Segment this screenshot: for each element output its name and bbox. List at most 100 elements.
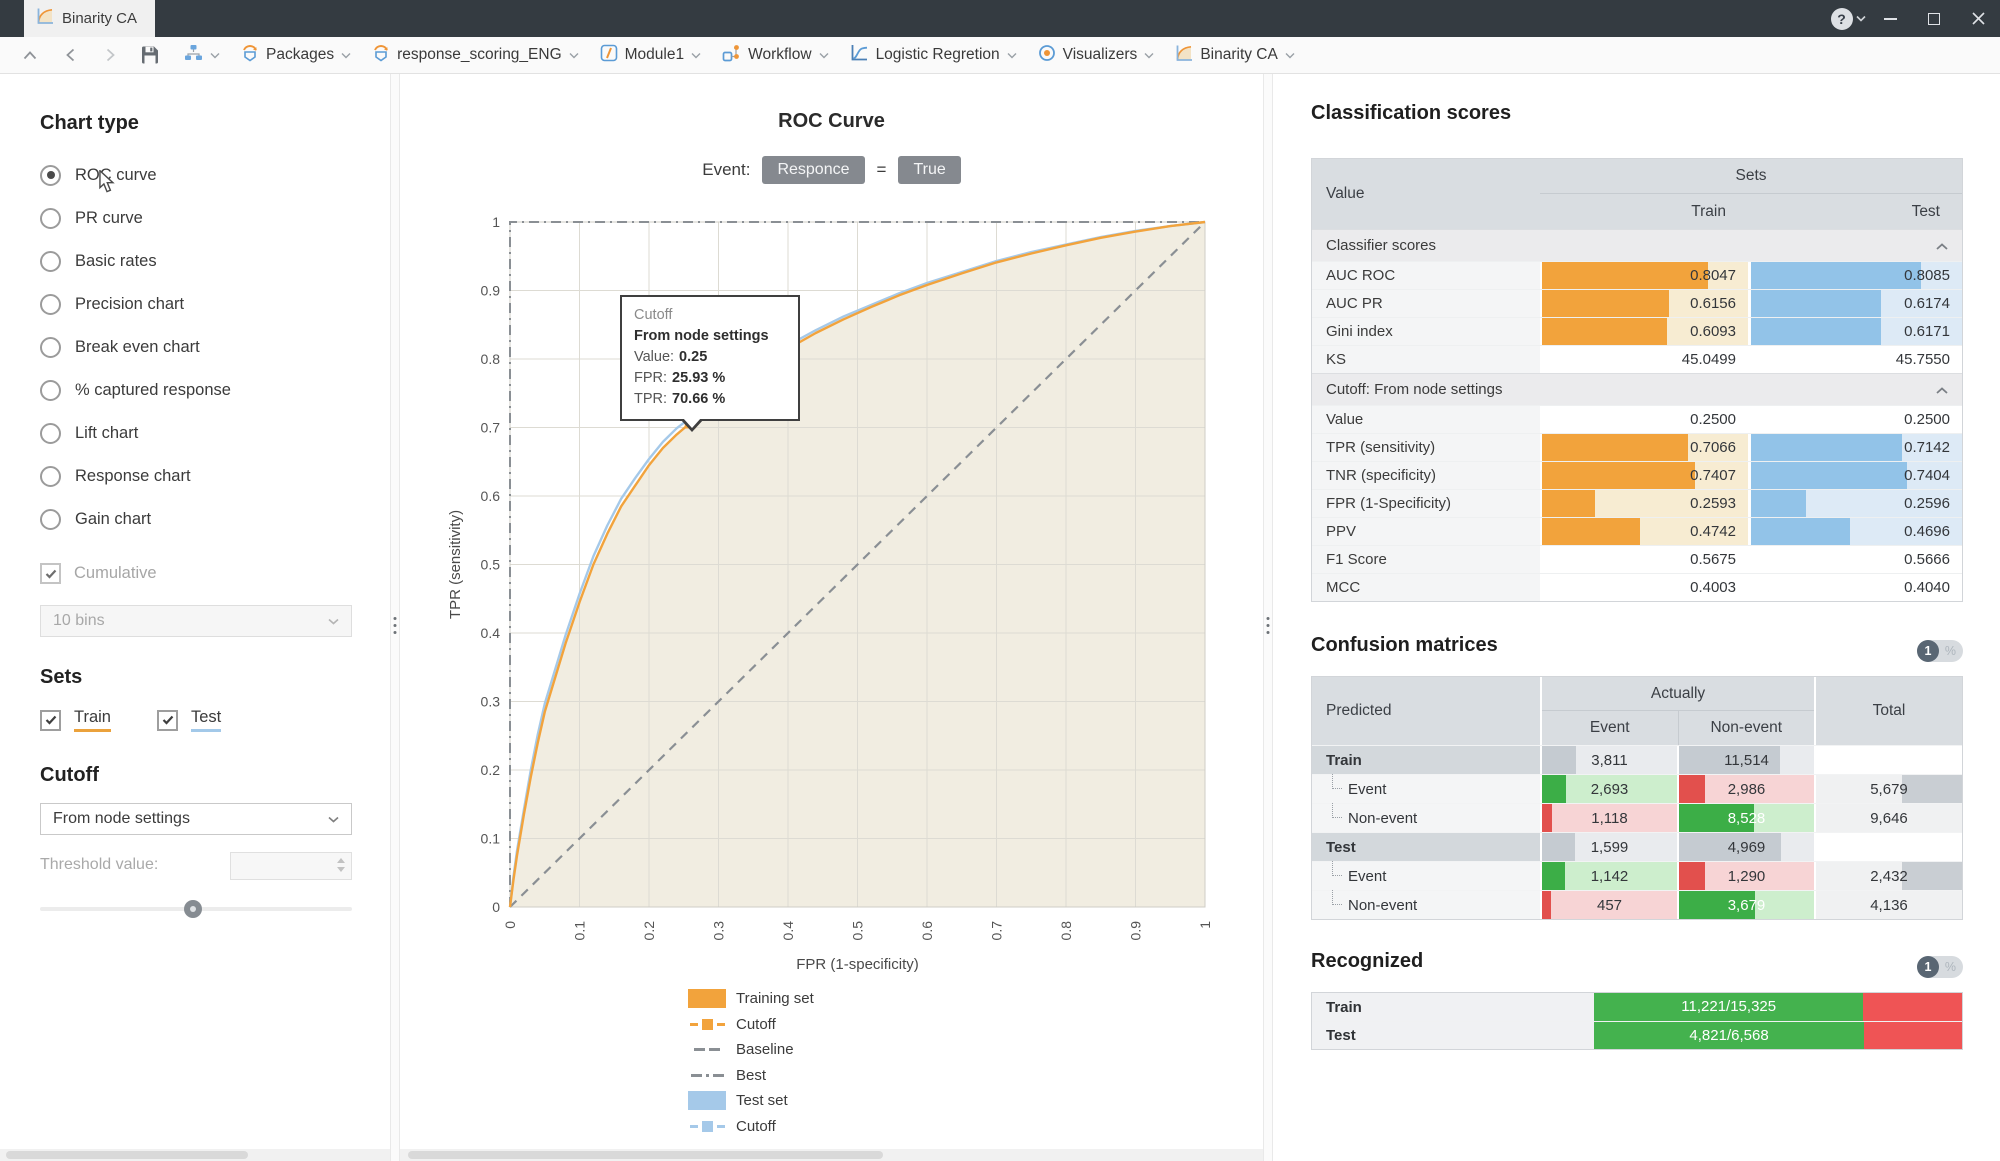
equals-sign: =: [877, 160, 887, 180]
close-button[interactable]: [1956, 0, 2000, 37]
train-column-header: Train: [1540, 194, 1748, 229]
slider-handle[interactable]: [184, 900, 202, 918]
panel-splitter[interactable]: [390, 74, 400, 1161]
radio-button[interactable]: [40, 208, 61, 229]
scores-header: ValueSetsTrainTest: [1312, 159, 1962, 229]
chart-type-option-break-even-chart[interactable]: Break even chart: [40, 332, 200, 362]
toggle-percent-option[interactable]: %: [1945, 960, 1956, 974]
collapse-chevron-icon[interactable]: [1936, 237, 1948, 254]
breadcrumb-item-packages[interactable]: Packages: [241, 44, 351, 67]
breadcrumb-item-item[interactable]: [184, 44, 220, 66]
scores-section-classifier-scores[interactable]: Classifier scores: [1312, 229, 1962, 261]
cumulative-checkbox-row[interactable]: Cumulative: [40, 563, 157, 584]
panel-splitter[interactable]: [1263, 74, 1273, 1161]
test-checkbox[interactable]: [157, 710, 178, 731]
set-name: Test: [1312, 833, 1540, 861]
radio-button[interactable]: [40, 165, 61, 186]
breadcrumb-item-response-scoring-eng[interactable]: response_scoring_ENG: [372, 44, 579, 67]
cutoff-mode-select[interactable]: From node settings: [40, 803, 352, 835]
y-tick-label: 0.9: [481, 283, 501, 299]
score-cell: 0.7407: [1540, 462, 1748, 489]
chevron-down-icon: [210, 52, 220, 59]
scores-section-cutoff-from-node-settings[interactable]: Cutoff: From node settings: [1312, 373, 1962, 405]
recognized-count-percent-toggle[interactable]: 1 %: [1917, 956, 1963, 978]
toggle-percent-option[interactable]: %: [1945, 644, 1956, 658]
nav-forward-button[interactable]: [90, 37, 130, 73]
test-label[interactable]: Test: [191, 708, 221, 732]
train-checkbox[interactable]: [40, 710, 61, 731]
score-cell: 0.6156: [1540, 290, 1748, 317]
app-window: Binarity CA ? Packages response_scoring_E…: [0, 0, 2000, 1161]
radio-button[interactable]: [40, 251, 61, 272]
legend-item-best-3: Best: [688, 1063, 814, 1089]
scrollbar-thumb[interactable]: [408, 1151, 883, 1159]
actually-header: Actually: [1542, 677, 1814, 711]
chart-type-option-roc-curve[interactable]: ROC curve: [40, 160, 157, 190]
chart-type-option-gain-chart[interactable]: Gain chart: [40, 504, 151, 534]
chart-type-label: PR curve: [75, 209, 143, 228]
chart-type-option-captured-response[interactable]: % captured response: [40, 375, 231, 405]
breadcrumb-item-logistic-regretion[interactable]: Logistic Regretion: [850, 44, 1017, 67]
cumulative-checkbox[interactable]: [40, 563, 61, 584]
tooltip-row-tpr: TPR:70.66 %: [634, 389, 786, 410]
collapse-chevron-icon[interactable]: [1936, 381, 1948, 398]
score-cell: 45.7550: [1748, 346, 1962, 373]
breadcrumb-item-visualizers[interactable]: Visualizers: [1038, 44, 1155, 67]
tooltip-title: Cutoff: [634, 305, 786, 326]
chart-type-option-basic-rates[interactable]: Basic rates: [40, 246, 157, 276]
chevron-down-icon: [341, 52, 351, 59]
train-label[interactable]: Train: [74, 708, 111, 732]
radio-button[interactable]: [40, 337, 61, 358]
tab-binarity-ca[interactable]: Binarity CA: [24, 0, 155, 37]
score-label: MCC: [1312, 574, 1540, 601]
bins-select[interactable]: 10 bins: [40, 605, 352, 637]
event-value-badge[interactable]: True: [898, 156, 960, 184]
sets-title: Sets: [40, 666, 82, 689]
toggle-count-option[interactable]: 1: [1917, 640, 1939, 662]
nav-back-button[interactable]: [50, 37, 90, 73]
train-set-checkbox-row[interactable]: Train: [40, 708, 111, 732]
chevron-down-icon: [1856, 15, 1866, 22]
radio-button[interactable]: [40, 380, 61, 401]
recognized-incorrect-bar: [1863, 993, 1962, 1021]
breadcrumb: Packages response_scoring_ENG Module1 Workf…: [184, 44, 1295, 67]
test-set-checkbox-row[interactable]: Test: [157, 708, 221, 732]
event-field-badge[interactable]: Responce: [762, 156, 864, 184]
chart-type-option-precision-chart[interactable]: Precision chart: [40, 289, 184, 319]
chart-type-option-lift-chart[interactable]: Lift chart: [40, 418, 138, 448]
splitter-handle[interactable]: [1264, 614, 1273, 637]
maximize-button[interactable]: [1912, 0, 1956, 37]
radio-button[interactable]: [40, 466, 61, 487]
event-row: Event: Responce = True: [400, 156, 1263, 184]
threshold-slider[interactable]: [40, 907, 352, 911]
threshold-input[interactable]: [230, 852, 352, 880]
confusion-matrices-title: Confusion matrices: [1311, 634, 1498, 657]
radio-button[interactable]: [40, 294, 61, 315]
confusion-cell: 1,142: [1540, 862, 1677, 890]
splitter-handle[interactable]: [391, 614, 400, 637]
non-event-header: Non-event: [1678, 711, 1815, 745]
spinner-arrows[interactable]: [337, 858, 345, 872]
breadcrumb-item-workflow[interactable]: Workflow: [722, 44, 828, 67]
confusion-count-percent-toggle[interactable]: 1 %: [1917, 640, 1963, 662]
scrollbar-thumb[interactable]: [6, 1151, 248, 1159]
chart-type-option-pr-curve[interactable]: PR curve: [40, 203, 143, 233]
nav-up-button[interactable]: [10, 37, 50, 73]
help-button[interactable]: ?: [1828, 0, 1868, 37]
y-tick-label: 0.7: [481, 420, 501, 436]
radio-button[interactable]: [40, 509, 61, 530]
minimize-button[interactable]: [1868, 0, 1912, 37]
binarity-icon: [1175, 44, 1193, 67]
chart-type-option-response-chart[interactable]: Response chart: [40, 461, 191, 491]
y-tick-label: 0.1: [481, 831, 501, 847]
chevron-down-icon: [1144, 52, 1154, 59]
breadcrumb-item-binarity-ca[interactable]: Binarity CA: [1175, 44, 1295, 67]
radio-button[interactable]: [40, 423, 61, 444]
tree-connector-icon: [1332, 890, 1342, 905]
save-button[interactable]: [130, 37, 170, 73]
main-content: Chart type ROC curvePR curveBasic ratesP…: [0, 74, 2000, 1161]
toggle-count-option[interactable]: 1: [1917, 956, 1939, 978]
confusion-cell: 8,528: [1677, 804, 1814, 832]
cumulative-label: Cumulative: [74, 564, 157, 583]
breadcrumb-item-module1[interactable]: Module1: [600, 44, 701, 67]
